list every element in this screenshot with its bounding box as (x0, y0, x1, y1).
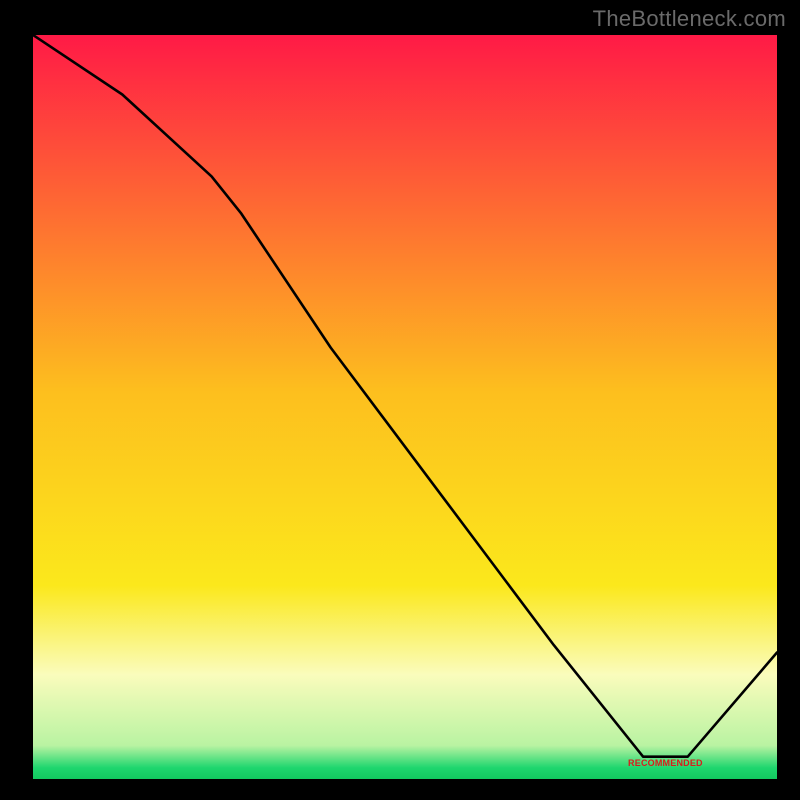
recommended-label: RECOMMENDED (628, 758, 703, 768)
gradient-bg (33, 35, 777, 779)
watermark-text: TheBottleneck.com (593, 6, 786, 32)
chart-container: TheBottleneck.com RECOMMENDED (0, 0, 800, 800)
plot-svg (33, 35, 777, 779)
plot-frame: RECOMMENDED (28, 30, 772, 774)
